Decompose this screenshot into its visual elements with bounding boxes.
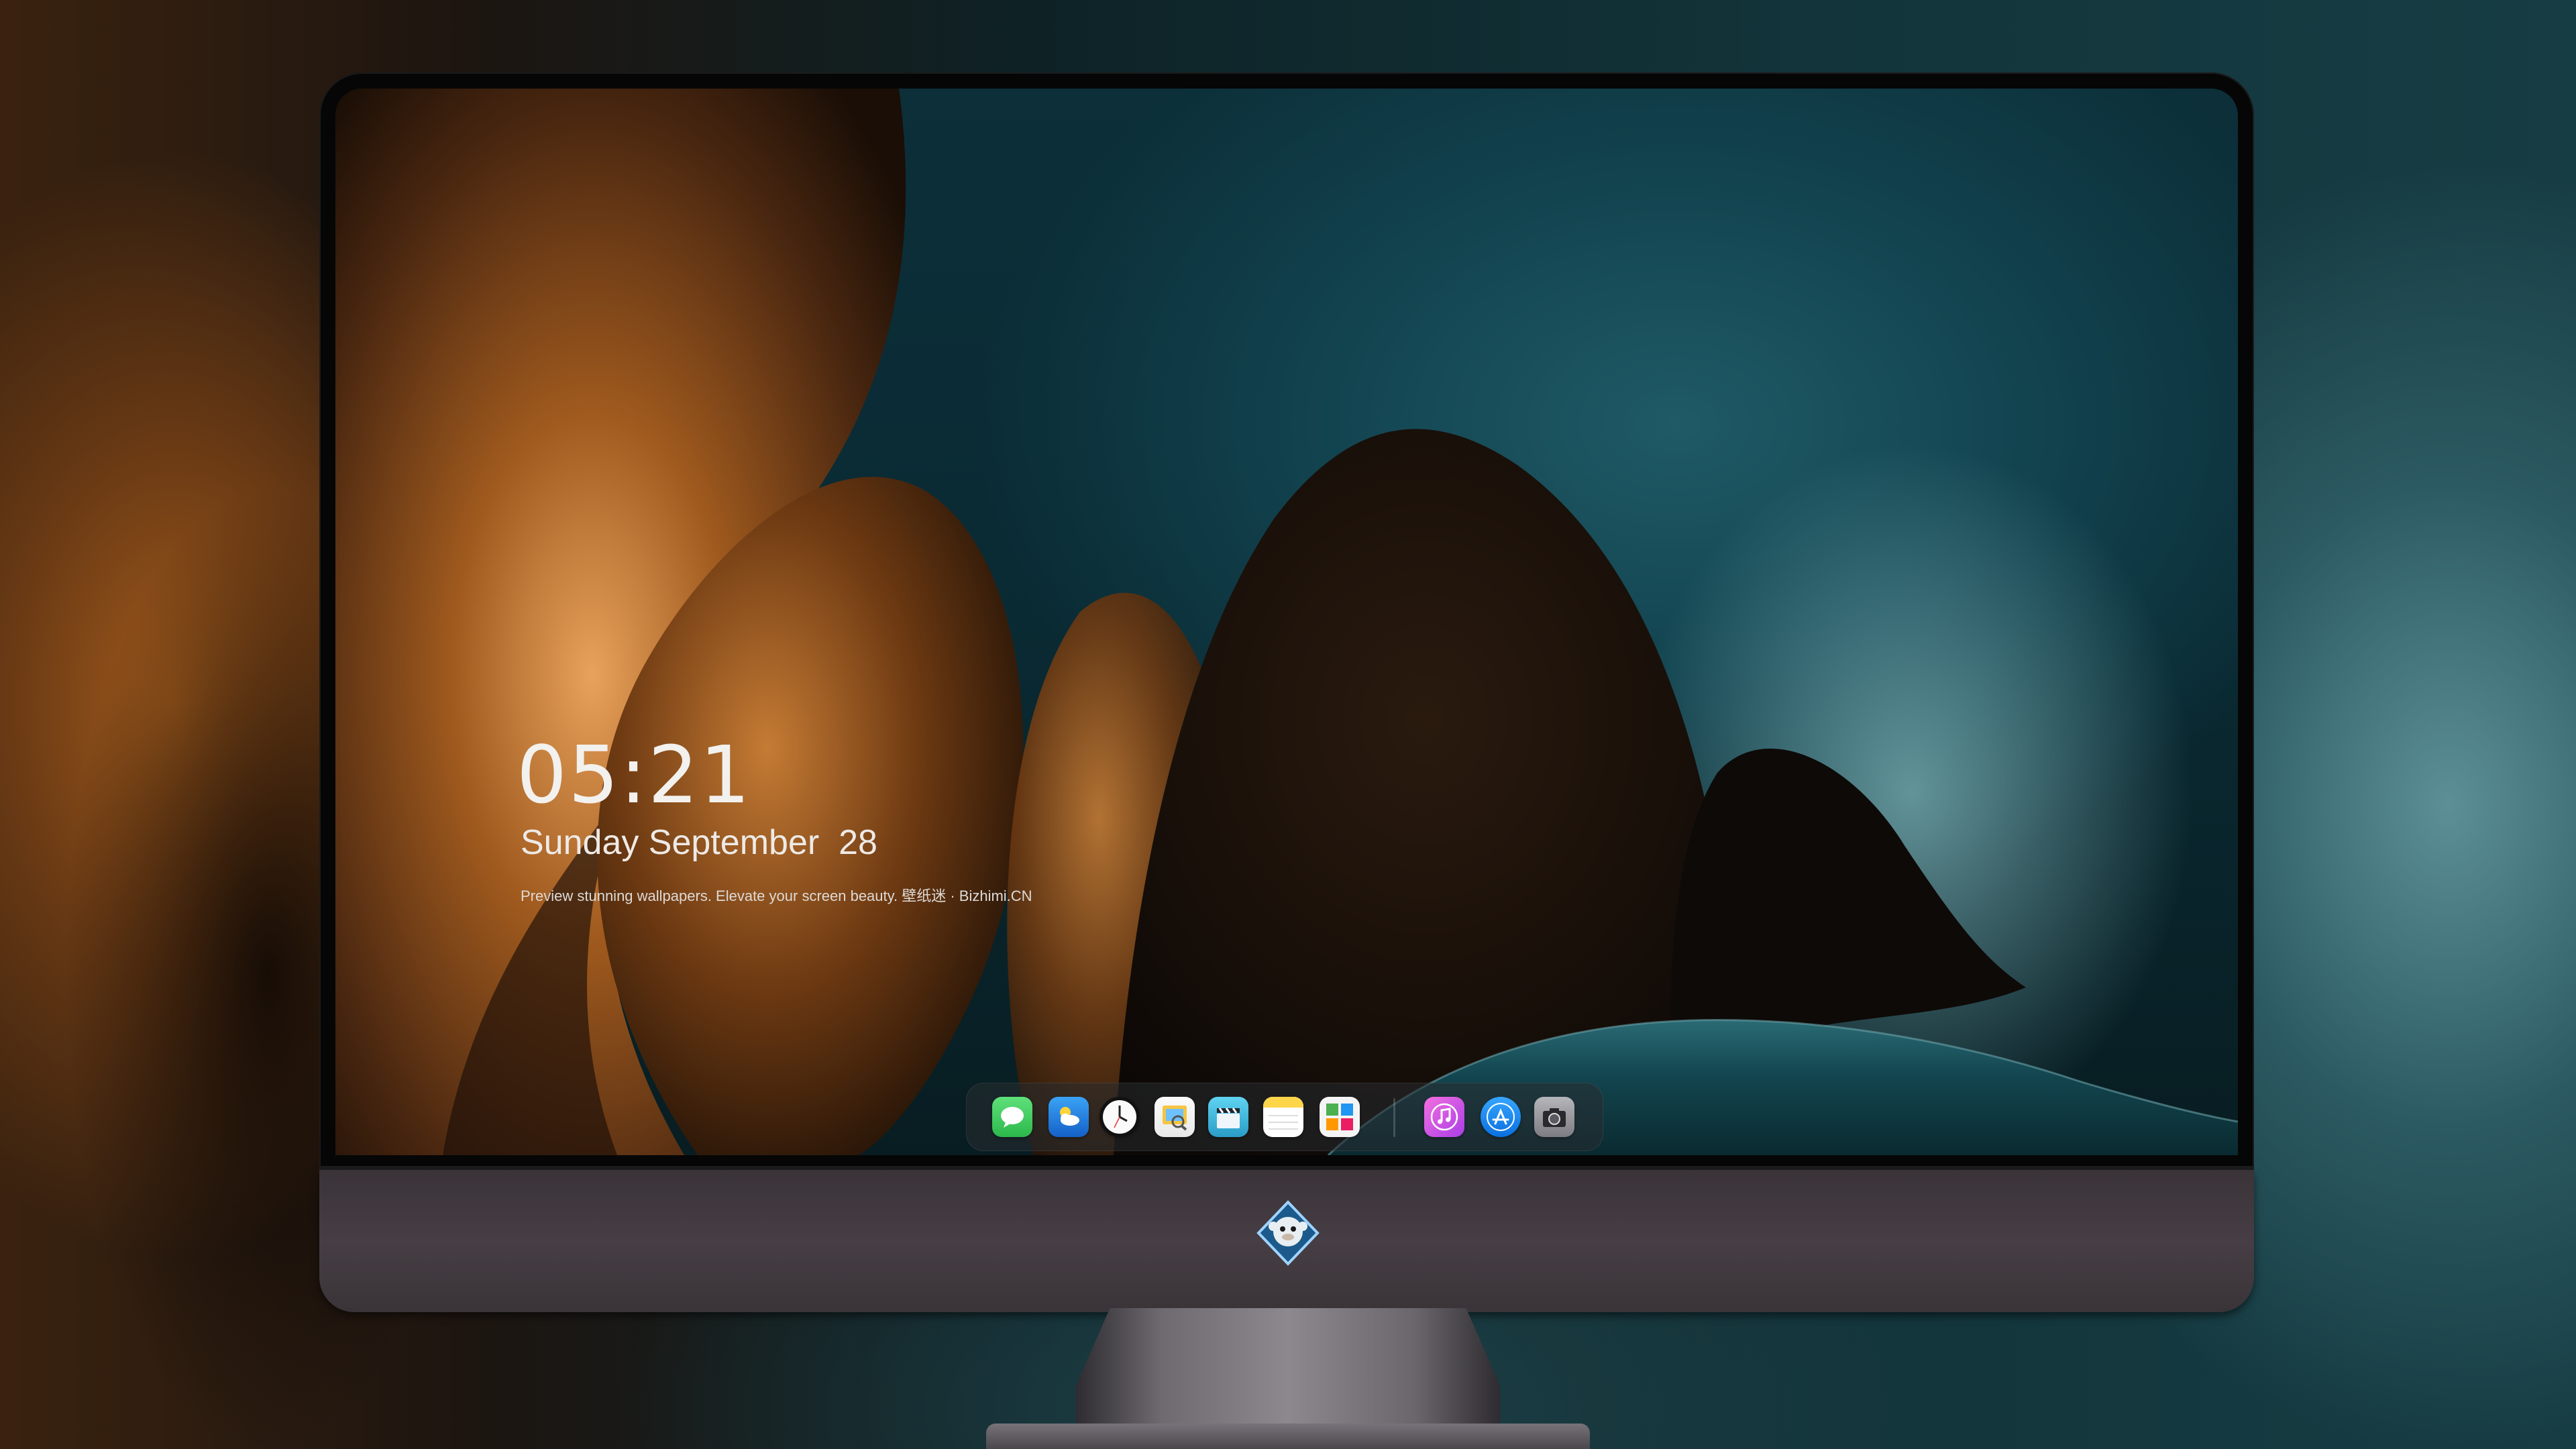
clapperboard-icon[interactable] xyxy=(1208,1097,1248,1137)
weather-icon[interactable] xyxy=(1049,1097,1089,1137)
lockscreen-tagline: Preview stunning wallpapers. Elevate you… xyxy=(521,888,1032,904)
lockscreen-date: Sunday September 28 xyxy=(521,823,877,862)
dock-separator xyxy=(1393,1098,1395,1137)
screen xyxy=(335,89,2238,1155)
wallpaper xyxy=(335,89,2238,1155)
app-store-icon[interactable] xyxy=(1481,1097,1521,1137)
dock xyxy=(966,1083,1603,1151)
messages-icon[interactable] xyxy=(992,1097,1032,1137)
camera-icon[interactable] xyxy=(1534,1097,1574,1137)
monkey-logo-icon xyxy=(1254,1199,1322,1267)
notes-icon[interactable] xyxy=(1263,1097,1303,1137)
lockscreen-time: 05:21 xyxy=(517,729,752,821)
music-note-icon[interactable] xyxy=(1424,1097,1464,1137)
preview-icon[interactable] xyxy=(1155,1097,1195,1137)
clock-icon[interactable] xyxy=(1099,1097,1140,1137)
photo-grid-icon[interactable] xyxy=(1320,1097,1360,1137)
monitor-stand-base xyxy=(986,1424,1590,1449)
